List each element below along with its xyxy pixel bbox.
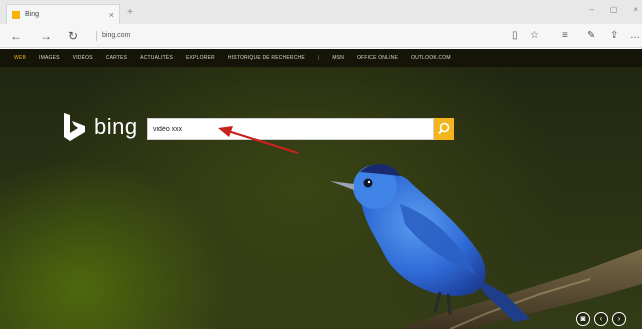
bing-homepage: WEB IMAGES VIDÉOS CARTES ACTUALITÉS EXPL… [0,49,642,329]
new-tab-icon[interactable]: + [124,7,136,19]
search-input[interactable] [148,119,433,139]
reading-view-icon[interactable]: ▯ [512,29,518,43]
favorite-star-icon[interactable]: ☆ [530,29,539,43]
blue-bird-image [330,164,642,329]
previous-image-icon[interactable]: ‹ [594,312,608,326]
search-button[interactable] [434,118,454,140]
nav-news[interactable]: ACTUALITÉS [140,55,173,61]
hub-icon[interactable]: ≡ [562,29,568,43]
bing-logo[interactable]: bing [62,112,138,142]
share-icon[interactable]: ⇪ [610,29,618,43]
nav-maps[interactable]: CARTES [106,55,127,61]
nav-office-online[interactable]: OFFICE ONLINE [357,55,398,61]
nav-msn[interactable]: MSN [332,55,344,61]
nav-videos[interactable]: VIDÉOS [73,55,93,61]
more-icon[interactable]: … [630,29,640,43]
close-window-icon[interactable]: × [633,5,638,14]
address-bar: ← → ↻ bing.com ▯ ☆ ≡ ✎ ⇪ … [0,24,642,48]
forward-icon[interactable]: → [40,28,52,44]
bing-favicon-icon [12,10,20,19]
nav-explore[interactable]: EXPLORER [186,55,215,61]
nav-history[interactable]: HISTORIQUE DE RECHERCHE [228,55,305,61]
nav-outlook[interactable]: OUTLOOK.COM [411,55,451,61]
tab-title: Bing [25,11,40,18]
tab-bar: Bing × + – ▢ × [0,0,642,24]
window-controls: – ▢ × [589,5,638,14]
bing-logo-text: bing [94,114,138,139]
web-note-icon[interactable]: ✎ [587,29,595,43]
minimize-icon[interactable]: – [589,5,593,14]
bing-nav-bar: WEB IMAGES VIDÉOS CARTES ACTUALITÉS EXPL… [0,49,642,67]
next-image-icon[interactable]: › [612,312,626,326]
maximize-icon[interactable]: ▢ [610,5,618,14]
nav-web[interactable]: WEB [14,55,26,61]
search-box [147,118,434,140]
nav-images[interactable]: IMAGES [39,55,60,61]
search-icon [438,122,450,135]
tab-close-icon[interactable]: × [109,10,114,20]
back-icon[interactable]: ← [10,28,22,44]
nav-divider: | [317,55,320,61]
image-info-icon[interactable]: ◙ [576,312,590,326]
url-separator [96,31,97,41]
refresh-icon[interactable]: ↻ [68,28,78,44]
url-field[interactable]: bing.com [102,32,130,39]
browser-tab[interactable]: Bing × [6,4,120,24]
bing-logo-icon [64,113,85,141]
